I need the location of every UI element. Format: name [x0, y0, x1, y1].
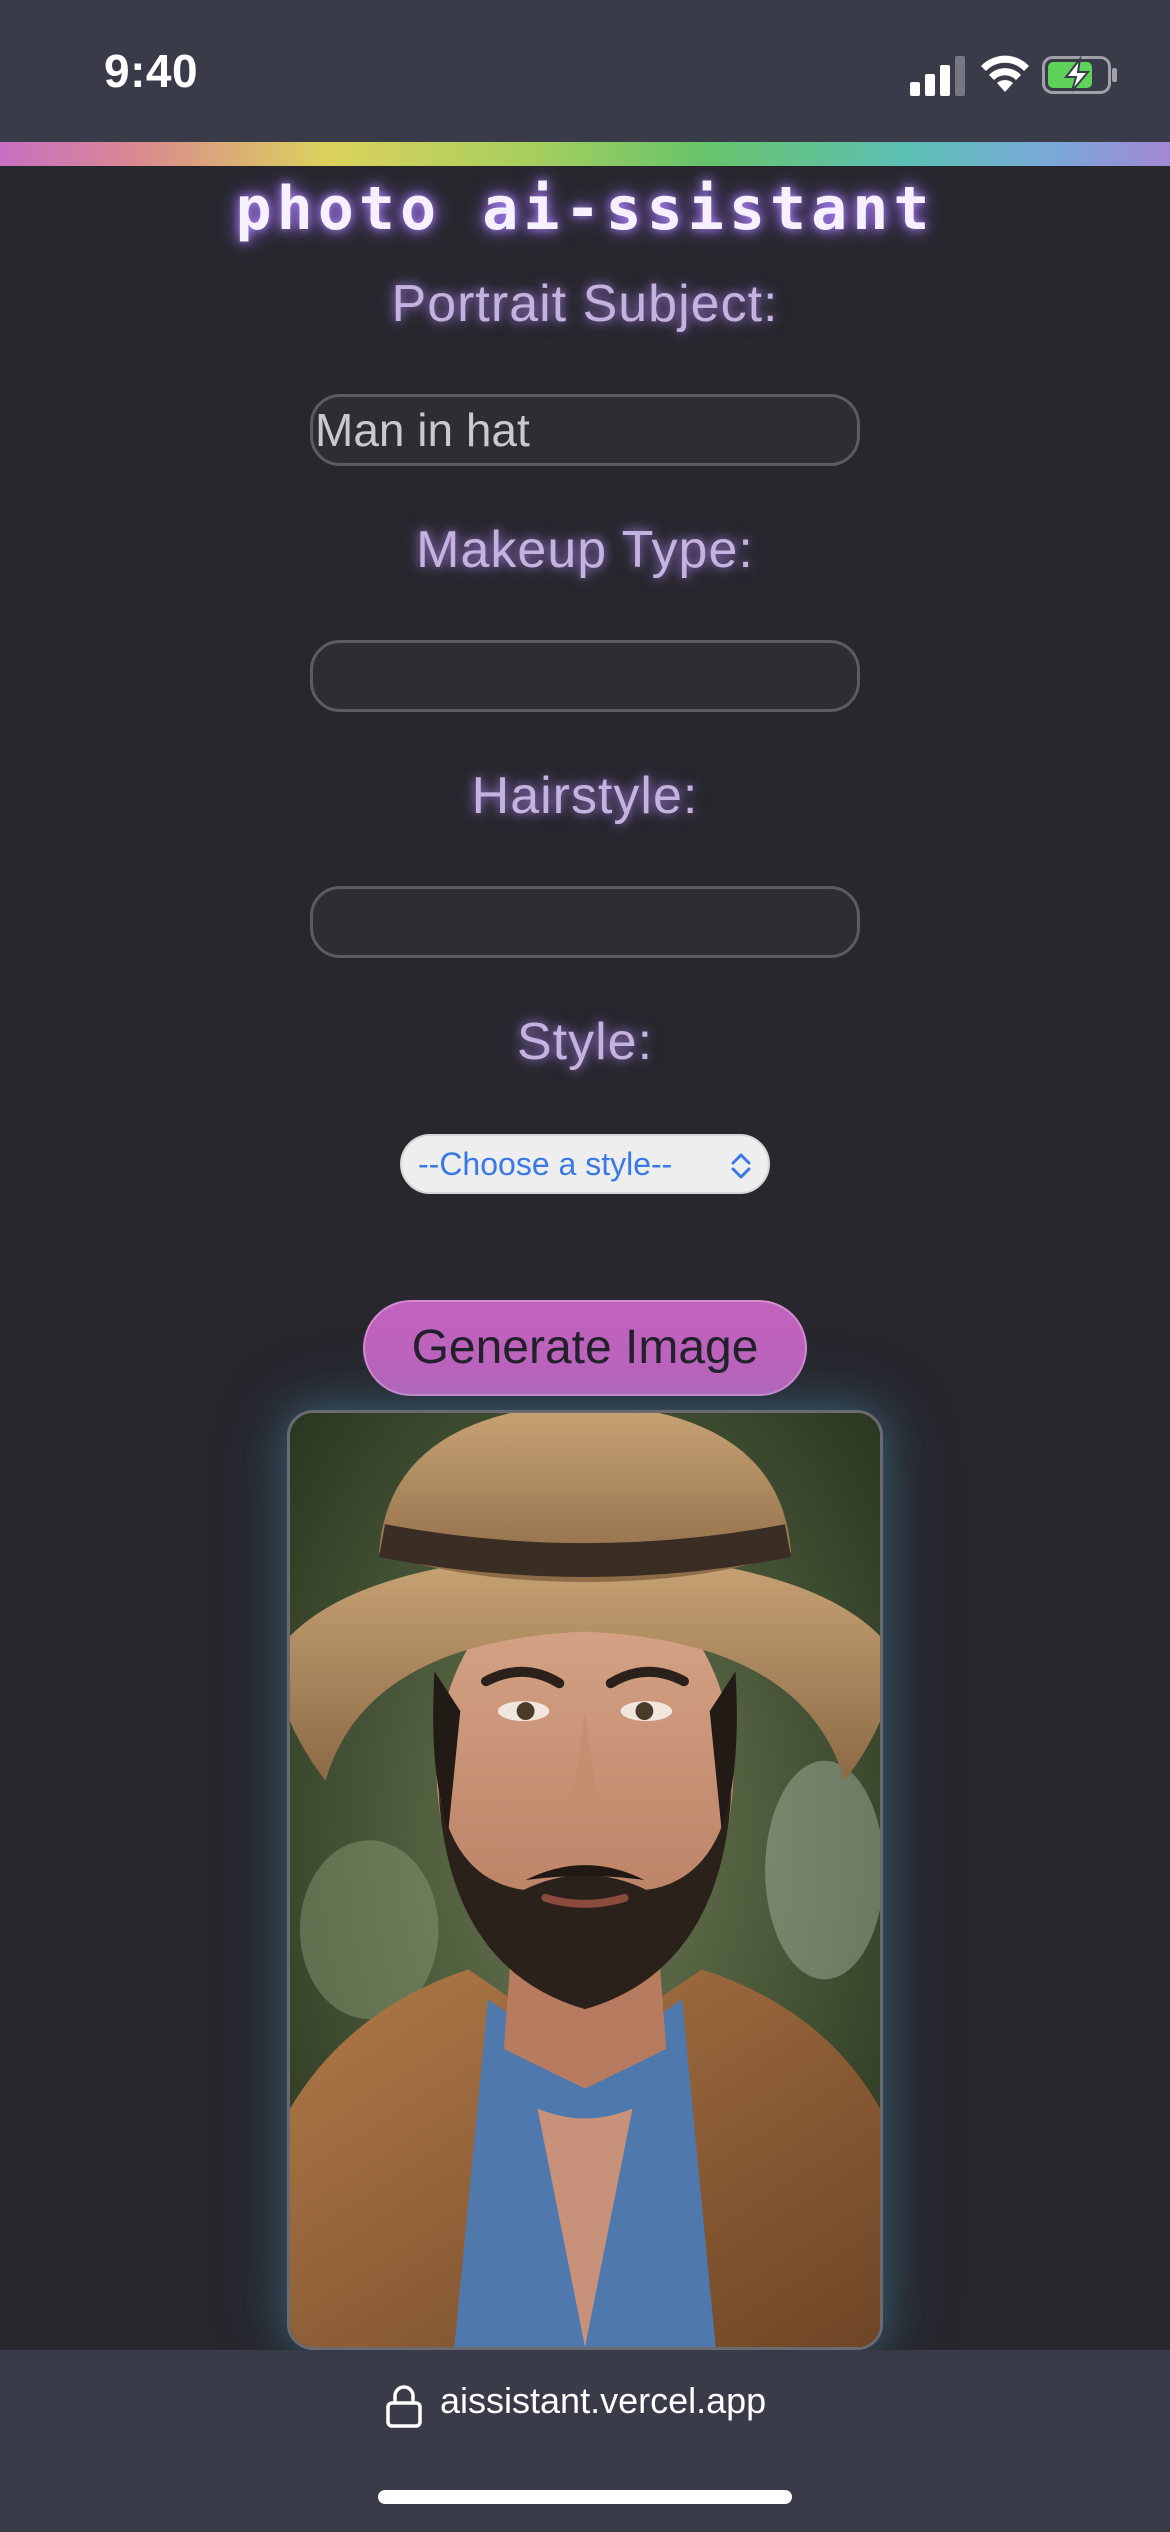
makeup-type-input[interactable] — [310, 640, 860, 712]
status-time: 9:40 — [104, 45, 199, 97]
portrait-subject-input[interactable] — [310, 394, 860, 466]
style-select[interactable]: --Choose a style-- — [400, 1134, 770, 1194]
rainbow-accent-bar — [0, 142, 1170, 166]
chevron-updown-icon — [731, 1153, 751, 1179]
home-indicator[interactable] — [378, 2490, 792, 2504]
main-content: photo ai-ssistant Portrait Subject: Make… — [0, 166, 1170, 2350]
generated-image — [287, 1410, 883, 2350]
app-title: photo ai-ssistant — [235, 174, 935, 244]
url-text[interactable]: aissistant.vercel.app — [440, 2380, 766, 2422]
browser-url-bar[interactable]: aissistant.vercel.app — [0, 2350, 1170, 2532]
signal-icon — [910, 56, 965, 96]
status-bar: 9:40 — [0, 0, 1170, 142]
lock-icon — [386, 2385, 422, 2428]
style-label: Style: — [516, 1013, 654, 1071]
wifi-icon — [981, 55, 1029, 92]
battery-charging-icon — [1042, 56, 1117, 94]
portrait-subject-label: Portrait Subject: — [391, 275, 779, 333]
portrait-illustration — [290, 1413, 880, 2347]
style-select-value: --Choose a style-- — [418, 1146, 673, 1182]
hairstyle-label: Hairstyle: — [471, 767, 699, 825]
generate-image-button[interactable]: Generate Image — [363, 1300, 807, 1396]
hairstyle-input[interactable] — [310, 886, 860, 958]
makeup-type-label: Makeup Type: — [416, 521, 754, 579]
